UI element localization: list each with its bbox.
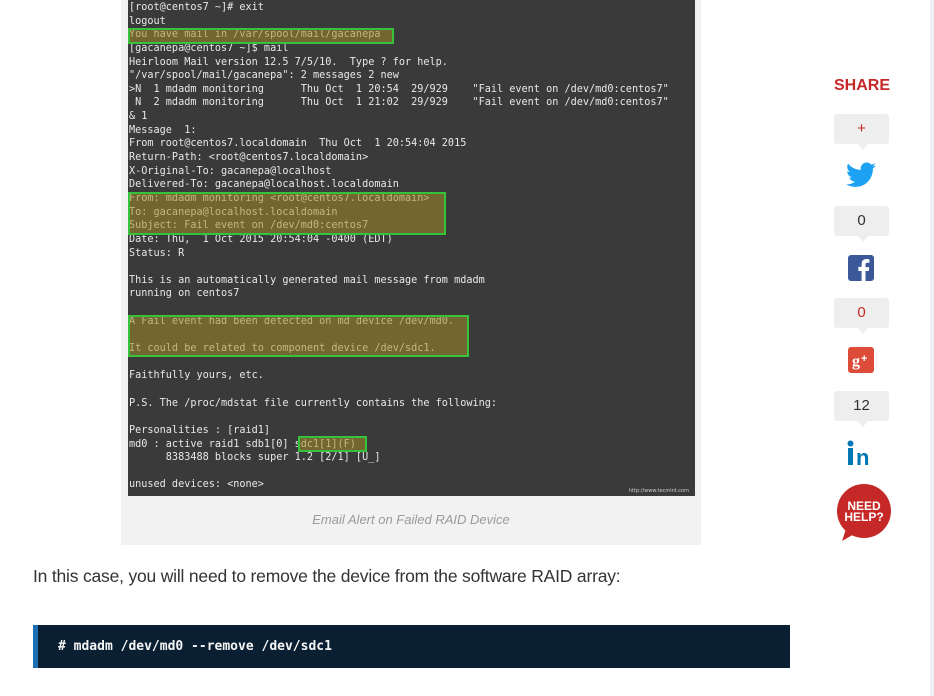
code-command: # mdadm /dev/md0 --remove /dev/sdc1 [58, 639, 332, 654]
terminal-line: [root@centos7 ~]# exit [129, 2, 264, 13]
terminal-line: P.S. The /proc/mdstat file currently con… [129, 397, 498, 409]
google-plus-icon[interactable]: g + [844, 343, 878, 377]
share-plus-button[interactable]: + [834, 114, 889, 150]
terminal-line: running on centos7 [129, 288, 240, 300]
terminal-line: unused devices: <none> [129, 479, 264, 491]
svg-text:+: + [861, 353, 867, 365]
terminal-line: You have mail in /var/spool/mail/gacanep… [129, 29, 381, 41]
terminal-line: md0 : active raid1 sdb1[0] sdc1[1](F) [129, 438, 356, 450]
facebook-icon[interactable] [844, 251, 878, 285]
terminal-line: Personalities : [raid1] [129, 424, 271, 436]
svg-text:g: g [852, 353, 860, 370]
twitter-count-value: 0 [857, 212, 866, 229]
terminal-line: & 1 [129, 111, 148, 123]
terminal-line: From: mdadm monitoring <root@centos7.loc… [129, 192, 430, 204]
terminal-line: To: gacanepa@localhost.localdomain [129, 206, 338, 218]
terminal-line: Heirloom Mail version 12.5 7/5/10. Type … [129, 56, 448, 68]
share-title: SHARE [834, 77, 891, 94]
need-help-line2: HELP? [844, 510, 883, 524]
linkedin-icon[interactable]: n [844, 436, 878, 470]
terminal-line: Return-Path: <root@centos7.localdomain> [129, 152, 369, 164]
terminal-line: X-Original-To: gacanepa@localhost [129, 165, 332, 177]
body-paragraph: In this case, you will need to remove th… [33, 566, 621, 586]
svg-text:n: n [856, 445, 869, 466]
terminal-screenshot: [root@centos7 ~]# exit logout You have mai… [128, 0, 695, 496]
terminal-line: Subject: Fail event on /dev/md0:centos7 [129, 220, 369, 232]
terminal-lines: [root@centos7 ~]# exit logout You have mai… [129, 1, 695, 492]
terminal-line: "/var/spool/mail/gacanepa": 2 messages 2… [129, 70, 399, 82]
terminal-line: Status: R [129, 247, 185, 259]
facebook-count-value: 0 [857, 304, 866, 321]
plus-label: + [857, 120, 866, 137]
watermark: http://www.tecmint.com [628, 488, 689, 494]
terminal-line: >N 1 mdadm monitoring Thu Oct 1 20:54 29… [129, 83, 669, 95]
terminal-line: Delivered-To: gacanepa@localhost.localdo… [129, 179, 399, 191]
terminal-line: This is an automatically generated mail … [129, 274, 485, 286]
terminal-line: N 2 mdadm monitoring Thu Oct 1 21:02 29/… [129, 97, 669, 109]
facebook-count: 0 [834, 298, 889, 334]
linkedin-count-value: 12 [853, 397, 870, 414]
code-block: # mdadm /dev/md0 --remove /dev/sdc1 [33, 625, 790, 668]
terminal-line: From root@centos7.localdomain Thu Oct 1 … [129, 138, 467, 150]
terminal-line: It could be related to component device … [129, 343, 436, 355]
right-edge-divider [930, 0, 934, 696]
terminal-line: A Fail event had been detected on md dev… [129, 315, 455, 327]
twitter-icon[interactable] [844, 158, 878, 192]
terminal-line: 8383488 blocks super 1.2 [2/1] [U_] [129, 452, 381, 464]
terminal-line: [gacanepa@centos7 ~]$ mail [129, 42, 289, 54]
terminal-line: Faithfully yours, etc. [129, 370, 264, 382]
terminal-line: logout [129, 15, 166, 27]
terminal-line: Date: Thu, 1 Oct 2015 20:54:04 -0400 (ED… [129, 233, 393, 245]
terminal-line: Message 1: [129, 124, 197, 136]
twitter-count: 0 [834, 206, 889, 242]
linkedin-count: 12 [834, 391, 889, 427]
need-help-button[interactable]: NEED HELP? [834, 483, 894, 543]
figure-caption: Email Alert on Failed RAID Device [312, 512, 510, 527]
